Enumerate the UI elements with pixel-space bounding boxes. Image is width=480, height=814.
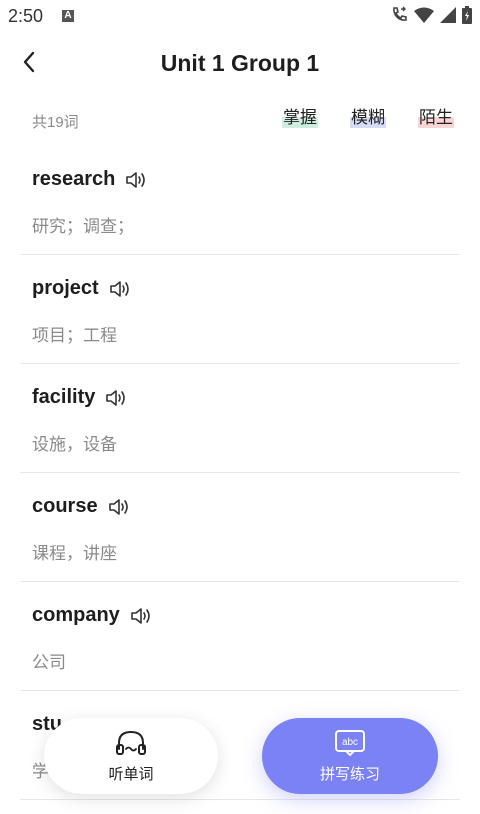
notification-a-icon: A (62, 10, 74, 22)
word-meaning: 设施，设备 (32, 435, 117, 454)
header: Unit 1 Group 1 (0, 34, 480, 92)
word-count: 共19词 (32, 114, 79, 131)
word-item[interactable]: facility 设施，设备 (20, 364, 460, 473)
battery-icon (462, 6, 472, 24)
word-text: company (32, 604, 120, 626)
spelling-practice-button[interactable]: abc 拼写练习 (262, 718, 438, 794)
word-text: project (32, 277, 99, 299)
legend-fuzzy: 模糊 (350, 108, 386, 128)
word-text: research (32, 168, 116, 190)
speaker-icon[interactable] (130, 606, 154, 626)
legend-strange: 陌生 (418, 108, 454, 128)
spelling-practice-label: 拼写练习 (319, 765, 380, 783)
word-item[interactable]: company 公司 (20, 582, 460, 691)
word-item[interactable]: course 课程，讲座 (20, 473, 460, 582)
signal-icon (440, 7, 456, 23)
status-bar: 2:50 A (0, 0, 480, 34)
wifi-icon (414, 7, 434, 23)
word-meaning: 公司 (32, 653, 66, 672)
listen-words-label: 听单词 (108, 765, 154, 783)
speaker-icon[interactable] (125, 170, 149, 190)
word-list: research 研究；调查； project 项目；工程 facility 设… (20, 146, 460, 800)
legend-mastered: 掌握 (282, 108, 318, 128)
headphones-icon (116, 730, 146, 755)
word-meaning: 课程，讲座 (32, 544, 117, 563)
word-item[interactable]: research 研究；调查； (20, 146, 460, 255)
listen-words-button[interactable]: 听单词 (44, 718, 218, 794)
svg-text:abc: abc (342, 737, 358, 748)
call-forward-icon (393, 6, 407, 21)
page-title: Unit 1 Group 1 (160, 50, 320, 76)
word-meaning: 项目；工程 (32, 326, 117, 345)
word-item[interactable]: project 项目；工程 (20, 255, 460, 364)
speaker-icon[interactable] (108, 497, 132, 517)
summary-row: 共19词 掌握 模糊 陌生 (0, 106, 480, 134)
abc-board-icon: abc (335, 729, 365, 756)
word-text: course (32, 495, 98, 517)
speaker-icon[interactable] (105, 388, 129, 408)
speaker-icon[interactable] (109, 279, 133, 299)
word-meaning: 研究；调查； (32, 217, 134, 236)
status-time: 2:50 (8, 6, 44, 26)
word-text: facility (32, 386, 96, 408)
status-icons (390, 6, 472, 24)
